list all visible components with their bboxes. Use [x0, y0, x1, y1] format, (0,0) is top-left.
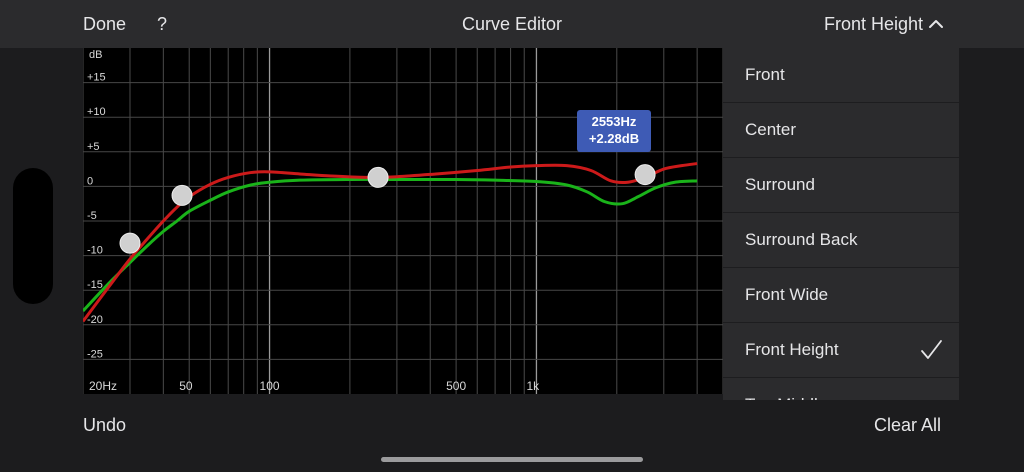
tooltip-frequency: 2553Hz: [592, 114, 637, 129]
page-title-text: Curve Editor: [461, 14, 563, 34]
curve-handle[interactable]: [119, 232, 141, 254]
side-panel-handle[interactable]: [13, 168, 53, 304]
channel-option[interactable]: Surround Back: [723, 213, 959, 268]
y-tick-label: +5: [87, 141, 100, 153]
y-axis-unit: dB: [89, 49, 102, 61]
channel-option-label: Center: [745, 120, 797, 139]
chevron-up-icon: [929, 20, 943, 28]
undo-button[interactable]: Undo: [83, 413, 126, 437]
channel-option[interactable]: Front: [723, 48, 959, 103]
eq-curve-graph[interactable]: +15 +10 +5 0 -5 -10 -15 -20 -25 20Hz 50 100 500 1k d…: [83, 48, 723, 394]
x-tick-label: 500: [446, 379, 466, 393]
channel-option-label: Front Height: [745, 340, 839, 359]
y-tick-label: -5: [87, 210, 97, 222]
clear-all-button[interactable]: Clear All: [874, 413, 941, 437]
curve-handle[interactable]: [634, 164, 656, 186]
channel-option[interactable]: Center: [723, 103, 959, 158]
y-tick-label: +15: [87, 72, 106, 84]
y-tick-label: -25: [87, 348, 103, 360]
channel-option[interactable]: Top Middle: [723, 378, 959, 400]
y-tick-label: 0: [87, 175, 93, 187]
channel-option-label: Top Middle: [745, 395, 827, 400]
channel-selector-label: Front Height: [823, 14, 923, 34]
channel-option-label: Surround Back: [745, 230, 858, 249]
channel-selector-button[interactable]: Front Height: [824, 12, 945, 36]
x-tick-label: 100: [260, 379, 280, 393]
done-button[interactable]: Done: [83, 12, 126, 36]
x-tick-label: 50: [179, 379, 193, 393]
value-tooltip: 2553Hz +2.28dB: [577, 110, 651, 152]
tooltip-gain: +2.28dB: [589, 131, 639, 146]
channel-option[interactable]: Surround: [723, 158, 959, 213]
channel-option-label: Surround: [745, 175, 815, 194]
curve-handle[interactable]: [171, 184, 193, 206]
channel-option-label: Front Wide: [745, 285, 829, 304]
y-tick-label: -15: [87, 279, 103, 291]
channel-option[interactable]: Front Wide: [723, 268, 959, 323]
x-tick-label: 20Hz: [89, 379, 117, 393]
y-tick-label: -10: [87, 245, 103, 257]
channel-option-label: Front: [745, 65, 785, 84]
checkmark-icon: [921, 340, 942, 359]
y-tick-label: +10: [87, 106, 106, 118]
channel-option[interactable]: Front Height: [723, 323, 959, 378]
y-tick-label: -20: [87, 314, 103, 326]
navigation-bar: Done ? Curve Editor Front Height: [0, 0, 1024, 48]
help-button[interactable]: ?: [155, 12, 169, 36]
channel-menu: Front Center Surround Surround Back Front Wi…: [723, 48, 959, 400]
curve-handle[interactable]: [367, 166, 389, 188]
x-tick-label: 1k: [526, 379, 540, 393]
home-indicator: [381, 457, 643, 462]
